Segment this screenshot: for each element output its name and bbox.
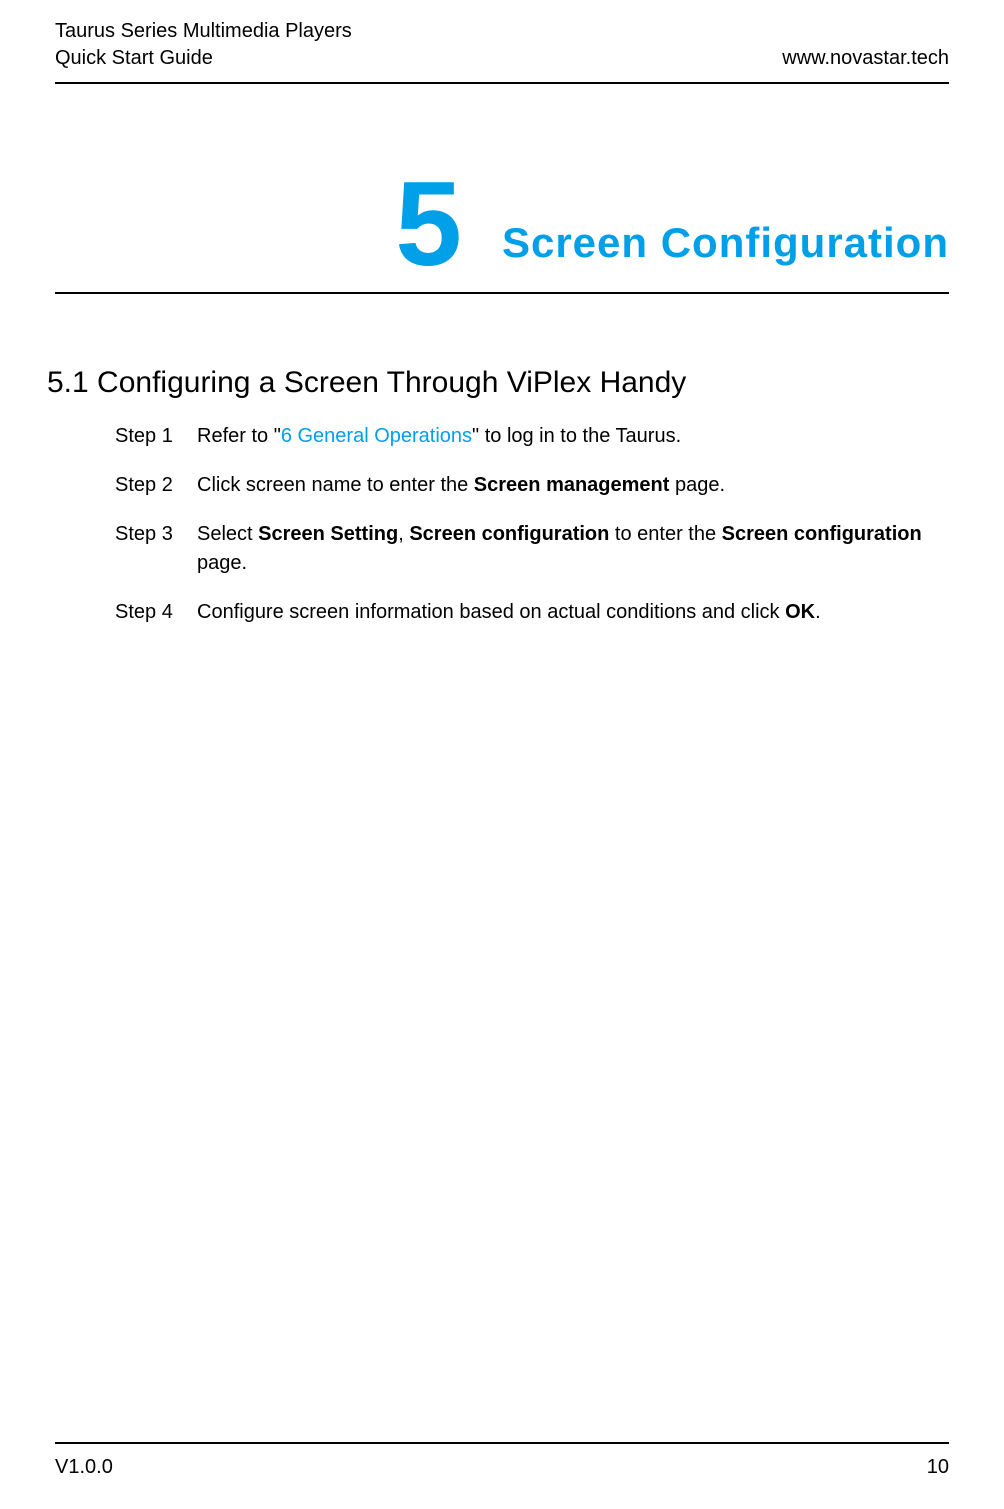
text: Refer to " bbox=[197, 425, 281, 447]
text: " to log in to the Taurus. bbox=[472, 425, 681, 447]
text: page. bbox=[669, 474, 725, 496]
doc-title-line-1: Taurus Series Multimedia Players bbox=[55, 18, 352, 45]
text: Click screen name to enter the bbox=[197, 474, 474, 496]
step-label: Step 3 bbox=[115, 520, 183, 578]
chapter-title: Screen Configuration bbox=[502, 219, 949, 267]
step-label: Step 1 bbox=[115, 422, 183, 451]
step-body: Configure screen information based on ac… bbox=[197, 598, 949, 627]
step-body: Select Screen Setting, Screen configurat… bbox=[197, 520, 949, 578]
doc-title-block: Taurus Series Multimedia Players Quick S… bbox=[55, 18, 352, 72]
page-footer: V1.0.0 10 bbox=[55, 1442, 949, 1479]
text: Select bbox=[197, 523, 258, 545]
ui-term: Screen Setting bbox=[258, 523, 398, 545]
section-heading: 5.1 Configuring a Screen Through ViPlex … bbox=[47, 366, 949, 400]
ui-term: Screen configuration bbox=[409, 523, 609, 545]
text: . bbox=[815, 601, 821, 623]
step-body: Refer to "6 General Operations" to log i… bbox=[197, 422, 949, 451]
step-4: Step 4 Configure screen information base… bbox=[115, 598, 949, 627]
steps-list: Step 1 Refer to "6 General Operations" t… bbox=[115, 422, 949, 627]
text: to enter the bbox=[609, 523, 721, 545]
text: Configure screen information based on ac… bbox=[197, 601, 785, 623]
ui-term: OK bbox=[785, 601, 815, 623]
cross-ref-link[interactable]: 6 General Operations bbox=[281, 425, 472, 447]
step-label: Step 2 bbox=[115, 471, 183, 500]
text: , bbox=[398, 523, 409, 545]
step-1: Step 1 Refer to "6 General Operations" t… bbox=[115, 422, 949, 451]
doc-url: www.novastar.tech bbox=[782, 45, 949, 72]
text: page. bbox=[197, 552, 247, 574]
ui-term: Screen management bbox=[474, 474, 670, 496]
page-number: 10 bbox=[927, 1456, 949, 1479]
page-header: Taurus Series Multimedia Players Quick S… bbox=[55, 0, 949, 84]
doc-title-line-2: Quick Start Guide bbox=[55, 45, 352, 72]
chapter-number: 5 bbox=[395, 164, 462, 284]
version-text: V1.0.0 bbox=[55, 1456, 113, 1479]
ui-term: Screen configuration bbox=[722, 523, 922, 545]
step-body: Click screen name to enter the Screen ma… bbox=[197, 471, 949, 500]
step-3: Step 3 Select Screen Setting, Screen con… bbox=[115, 520, 949, 578]
step-2: Step 2 Click screen name to enter the Sc… bbox=[115, 471, 949, 500]
chapter-heading: 5 Screen Configuration bbox=[55, 164, 949, 294]
step-label: Step 4 bbox=[115, 598, 183, 627]
